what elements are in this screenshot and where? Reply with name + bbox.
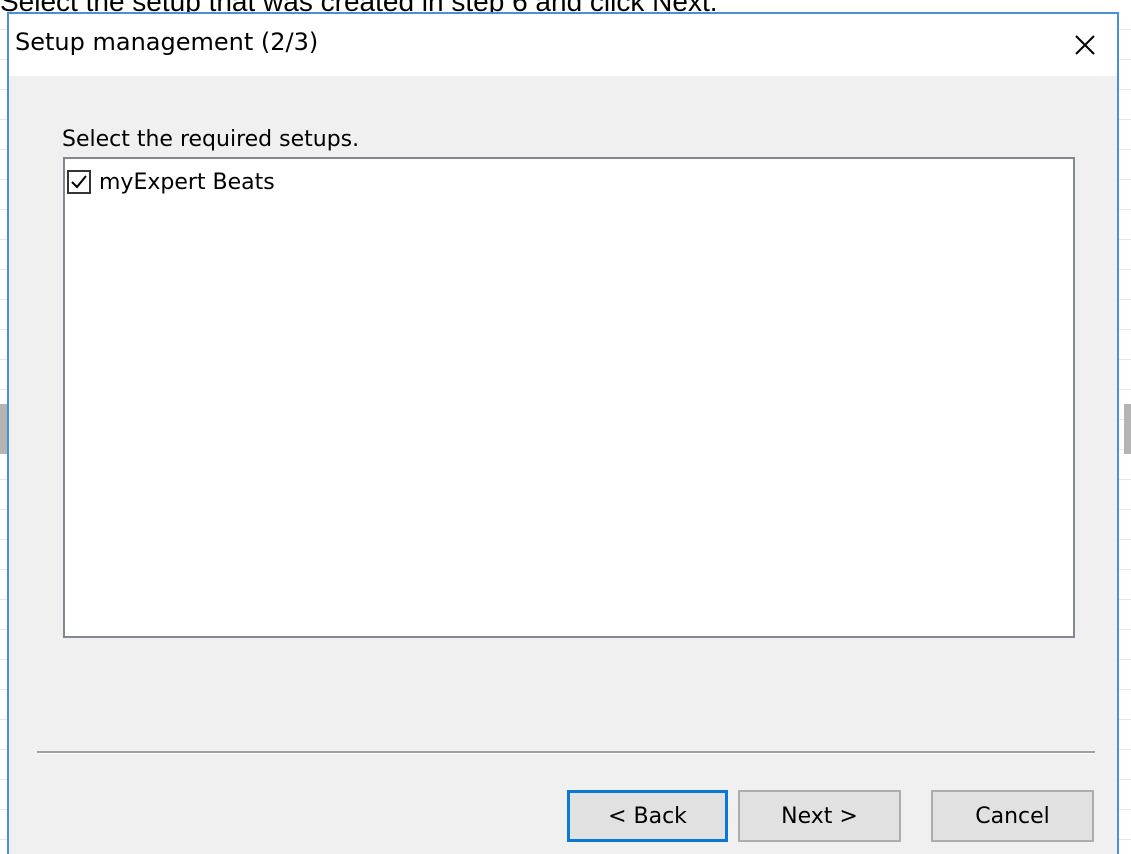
screenshot-page: Select the setup that was created in ste… — [0, 0, 1131, 854]
next-button[interactable]: Next > — [738, 790, 901, 842]
separator-line — [37, 751, 1095, 754]
setup-management-dialog: Setup management (2/3) Select the requir… — [7, 12, 1119, 854]
setup-label: myExpert Beats — [99, 169, 275, 195]
setup-checkbox[interactable] — [67, 170, 91, 194]
left-scroll-tab — [0, 404, 7, 454]
cancel-button[interactable]: Cancel — [931, 790, 1094, 842]
right-scroll-tab — [1124, 404, 1131, 454]
checkmark-icon — [71, 175, 87, 189]
close-button[interactable] — [1061, 22, 1109, 68]
list-item[interactable]: myExpert Beats — [67, 166, 275, 198]
dialog-title: Setup management (2/3) — [15, 28, 319, 56]
prompt-label: Select the required setups. — [62, 127, 360, 152]
dialog-titlebar: Setup management (2/3) — [9, 14, 1117, 76]
close-icon — [1075, 35, 1095, 55]
back-button[interactable]: < Back — [567, 790, 728, 842]
setups-listbox[interactable]: myExpert Beats — [63, 157, 1075, 638]
